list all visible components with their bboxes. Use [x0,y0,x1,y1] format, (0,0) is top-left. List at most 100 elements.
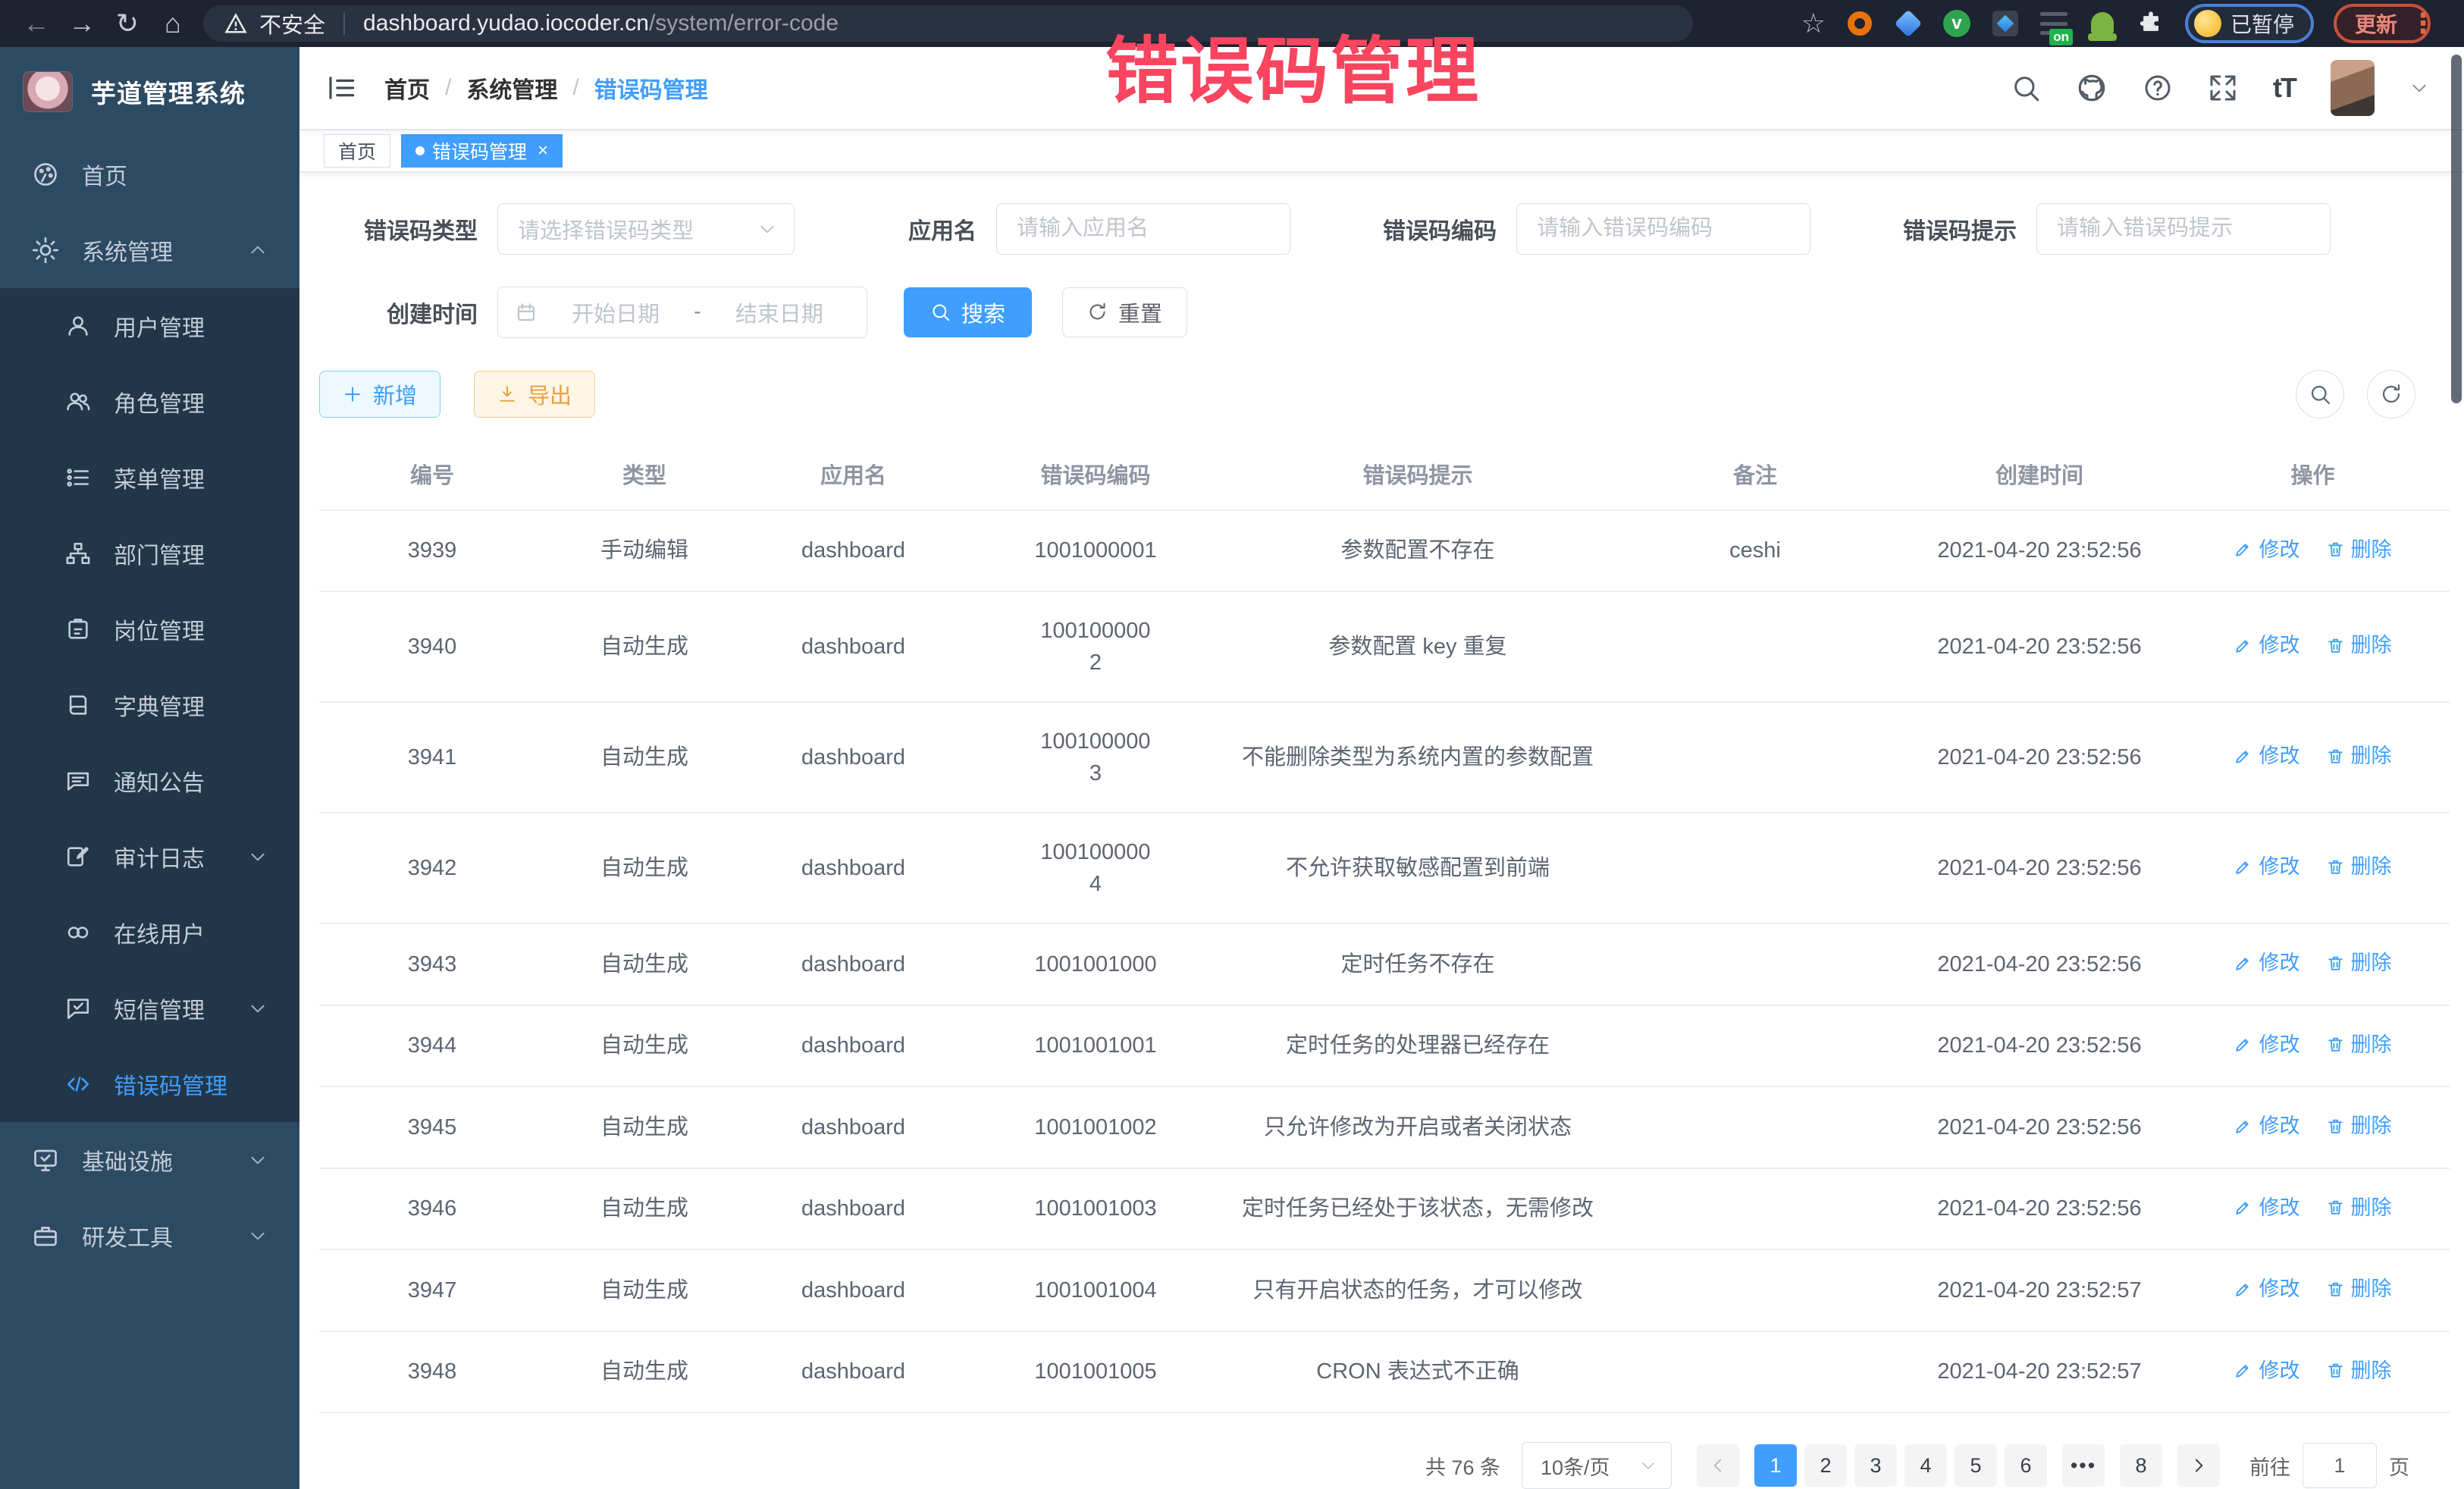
extension-gem-icon[interactable] [1894,9,1923,38]
extension-grid-icon[interactable] [1991,9,2020,38]
sidebar-item-sms[interactable]: 短信管理 [0,970,299,1046]
reset-button[interactable]: 重置 [1062,287,1187,337]
error-code-input[interactable] [1516,203,1810,255]
sidebar-item-dictionary[interactable]: 字典管理 [0,667,299,743]
trash-icon [2326,1198,2345,1217]
sidebar-item-error-code[interactable]: 错误码管理 [0,1046,299,1122]
browser-toolbar: ← → ↻ ⌂ 不安全 dashboard.yudao.iocoder.cn/s… [0,0,2464,47]
extension-green-icon[interactable]: v [1942,9,1971,38]
delete-link[interactable]: 删除 [2326,947,2392,979]
date-range-picker[interactable]: 开始日期 - 结束日期 [497,287,867,338]
breadcrumb-system[interactable]: 系统管理 [466,71,557,105]
app-name-input[interactable] [996,203,1290,255]
breadcrumb-home[interactable]: 首页 [384,71,430,105]
sidebar-item-departments[interactable]: 部门管理 [0,516,299,591]
sidebar-item-system[interactable]: 系统管理 [0,212,299,288]
delete-link[interactable]: 删除 [2326,740,2392,772]
hamburger-icon[interactable] [325,72,357,104]
sidebar-item-posts[interactable]: 岗位管理 [0,591,299,667]
show-search-toggle-button[interactable] [2296,370,2344,418]
back-icon[interactable]: ← [17,4,56,43]
prev-page-button[interactable] [1697,1444,1739,1487]
error-msg-input[interactable] [2036,203,2331,255]
total-count: 共 76 条 [1425,1451,1500,1481]
delete-link[interactable]: 删除 [2326,1110,2392,1142]
search-button[interactable]: 搜索 [904,287,1032,337]
more-pages-button[interactable]: ••• [2062,1444,2105,1487]
book-icon [65,692,91,718]
page-button-last[interactable]: 8 [2120,1444,2162,1487]
page-button-3[interactable]: 3 [1854,1444,1897,1487]
search-icon[interactable] [2011,73,2041,103]
edit-link[interactable]: 修改 [2234,851,2299,882]
sms-icon [65,995,91,1021]
next-page-button[interactable] [2177,1444,2220,1487]
delete-link[interactable]: 删除 [2326,1273,2392,1305]
cell-type: 自动生成 [545,813,744,923]
delete-link[interactable]: 删除 [2326,1192,2392,1224]
sidebar-item-online-users[interactable]: 在线用户 [0,895,299,970]
edit-link[interactable]: 修改 [2234,1110,2299,1142]
extension-donut-icon[interactable] [1845,9,1874,38]
app-logo-row[interactable]: 芋道管理系统 [0,47,299,136]
home-icon[interactable]: ⌂ [153,4,193,43]
page-button-4[interactable]: 4 [1904,1444,1947,1487]
sidebar-item-audit-log[interactable]: 审计日志 [0,819,299,895]
url-text[interactable]: dashboard.yudao.iocoder.cn/system/error-… [363,11,839,36]
tab-error-code[interactable]: 错误码管理 × [401,134,563,168]
export-button[interactable]: 导出 [474,371,595,418]
browser-menu-icon[interactable]: ⋮ [2409,8,2437,39]
github-icon[interactable] [2076,72,2108,104]
chevron-down-icon[interactable] [2409,78,2429,98]
refresh-table-button[interactable] [2367,370,2415,418]
delete-link[interactable]: 删除 [2326,851,2392,882]
tab-home[interactable]: 首页 [324,134,390,168]
add-button[interactable]: 新增 [319,371,440,418]
close-icon[interactable]: × [538,140,548,161]
edit-link[interactable]: 修改 [2234,1192,2299,1224]
edit-link[interactable]: 修改 [2234,629,2299,661]
avatar[interactable] [2331,60,2375,116]
error-type-select[interactable]: 请选择错误码类型 [497,203,795,255]
tags-bar: 首页 错误码管理 × [299,130,2464,173]
edit-link[interactable]: 修改 [2234,947,2299,979]
edit-link[interactable]: 修改 [2234,740,2299,772]
page-button-5[interactable]: 5 [1955,1444,1997,1487]
help-icon[interactable] [2143,73,2173,103]
reload-icon[interactable]: ↻ [108,4,147,43]
sidebar-item-infrastructure[interactable]: 基础设施 [0,1122,299,1198]
security-label[interactable]: 不安全 [259,8,325,39]
extensions-puzzle-icon[interactable] [2136,9,2165,38]
page-size-select[interactable]: 10条/页 [1522,1442,1672,1489]
sidebar-item-dev-tools[interactable]: 研发工具 [0,1198,299,1274]
edit-link[interactable]: 修改 [2234,1273,2299,1305]
font-size-icon[interactable]: tT [2273,72,2296,104]
edit-link[interactable]: 修改 [2234,1029,2299,1061]
goto-page-input[interactable] [2303,1443,2377,1488]
sidebar-item-roles[interactable]: 角色管理 [0,364,299,440]
delete-link[interactable]: 删除 [2326,1029,2392,1061]
edit-link[interactable]: 修改 [2234,1355,2299,1387]
page-button-2[interactable]: 2 [1804,1444,1847,1487]
delete-link[interactable]: 删除 [2326,629,2392,661]
extension-list-on-icon[interactable]: on [2039,9,2068,38]
sidebar-item-announcements[interactable]: 通知公告 [0,743,299,819]
cell-app: dashboard [744,1086,963,1168]
page-button-6[interactable]: 6 [2005,1444,2047,1487]
sidebar-item-home[interactable]: 首页 [0,136,299,212]
scrollbar-thumb[interactable] [2451,55,2462,403]
delete-link[interactable]: 删除 [2326,534,2392,566]
fullscreen-icon[interactable] [2208,73,2238,103]
extension-spy-icon[interactable] [2088,9,2117,38]
sidebar-item-users[interactable]: 用户管理 [0,288,299,364]
address-bar[interactable]: 不安全 dashboard.yudao.iocoder.cn/system/er… [203,5,1693,42]
edit-link[interactable]: 修改 [2234,534,2299,566]
page-button-1[interactable]: 1 [1754,1444,1797,1487]
sidebar-item-menus[interactable]: 菜单管理 [0,440,299,516]
cell-msg: 参数配置 key 重复 [1228,591,1607,702]
forward-icon[interactable]: → [62,4,102,43]
paused-extension-badge[interactable]: 已暂停 [2185,4,2314,43]
bookmark-star-icon[interactable]: ☆ [1801,8,1826,39]
delete-link[interactable]: 删除 [2326,1355,2392,1387]
table-row: 3947 自动生成 dashboard 1001001004 只有开启状态的任务… [319,1249,2450,1331]
